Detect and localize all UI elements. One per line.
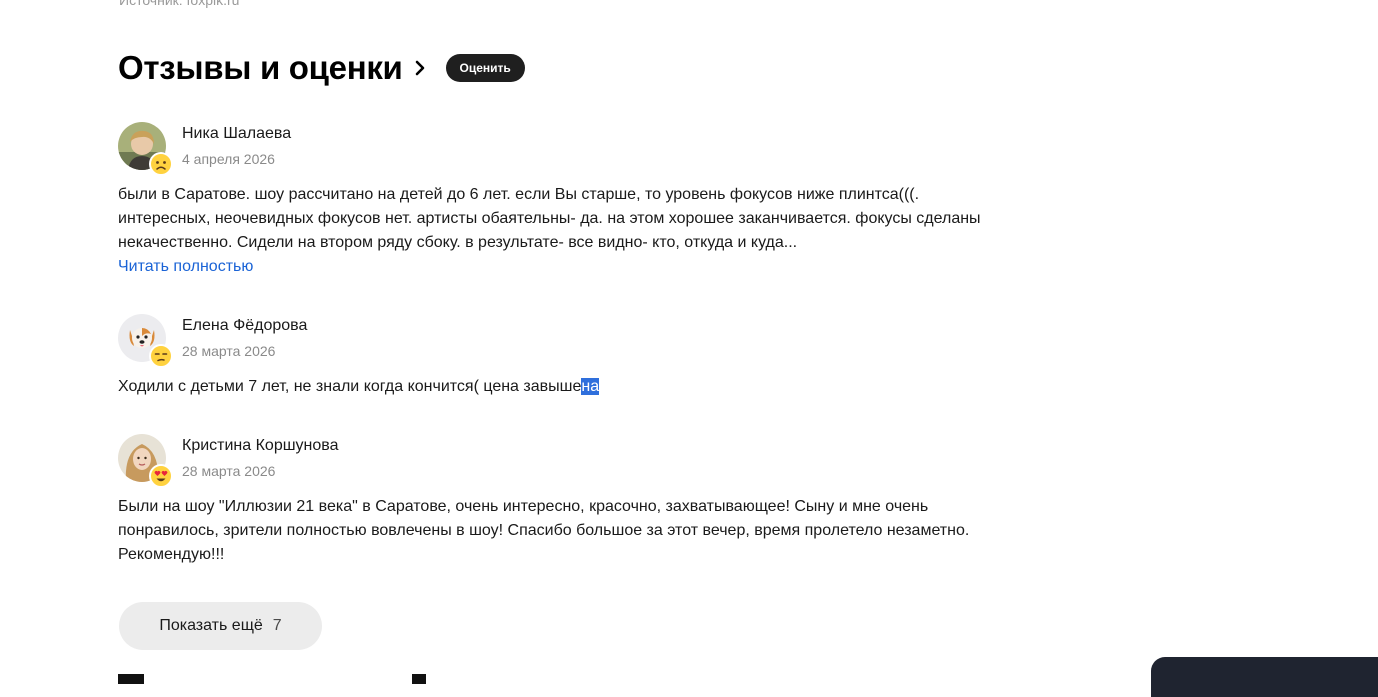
review-date: 28 марта 2026 <box>182 343 276 359</box>
review-author[interactable]: Ника Шалаева <box>182 125 291 143</box>
unamused-face-icon <box>149 344 173 368</box>
show-more-button[interactable]: Показать ещё 7 <box>119 602 322 650</box>
reviews-header: Отзывы и оценки Оценить <box>118 46 525 90</box>
review-text: были в Саратове. шоу рассчитано на детей… <box>118 186 981 251</box>
review-text: Были на шоу "Иллюзии 21 века" в Саратове… <box>118 498 970 563</box>
review-text-main: Ходили с детьми 7 лет, не знали когда ко… <box>118 378 582 395</box>
sad-face-icon <box>149 152 173 176</box>
section-title[interactable]: Отзывы и оценки <box>118 49 403 87</box>
next-section-heading-clipped <box>118 664 438 684</box>
show-more-count: 7 <box>272 617 282 634</box>
show-more-label: Показать ещё <box>159 617 263 634</box>
review-text: Ходили с детьми 7 лет, не знали когда ко… <box>118 375 998 399</box>
selected-text: на <box>581 378 600 395</box>
review-date: 28 марта 2026 <box>182 463 276 479</box>
review-author[interactable]: Елена Фёдорова <box>182 317 307 335</box>
read-more-link[interactable]: Читать полностью <box>118 255 253 279</box>
heart-eyes-face-icon <box>149 464 173 488</box>
source-caption: Источник: foxpik.ru <box>119 0 240 8</box>
review-date: 4 апреля 2026 <box>182 151 275 167</box>
chevron-right-icon[interactable] <box>413 58 427 78</box>
review-author[interactable]: Кристина Коршунова <box>182 437 339 455</box>
floating-panel[interactable] <box>1151 657 1378 697</box>
rate-button[interactable]: Оценить <box>445 54 525 82</box>
